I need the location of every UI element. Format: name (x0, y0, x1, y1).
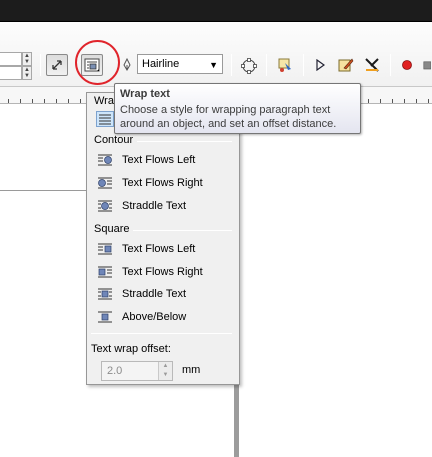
menu-item-square-text-flows-left[interactable]: Text Flows Left (97, 239, 233, 259)
stop-icon (423, 61, 431, 70)
lock-ratio-button[interactable] (46, 54, 68, 76)
run-macro-button[interactable] (310, 55, 330, 75)
object-height-field[interactable] (0, 66, 22, 80)
menu-item-label: Above/Below (122, 311, 187, 323)
menu-item-label: Text Flows Right (122, 177, 203, 189)
text-wrap-offset-input[interactable]: 2.0 ▲ ▼ (101, 361, 173, 381)
text-wrap-offset-value: 2.0 (107, 365, 123, 377)
straddle-text-icon (98, 200, 112, 212)
record-macro-button[interactable] (397, 55, 417, 75)
macro-debug-button[interactable] (361, 54, 383, 76)
play-icon (316, 59, 325, 71)
menu-item-label: Straddle Text (122, 200, 187, 212)
above-below-icon (98, 311, 112, 323)
menu-item-label: Straddle Text (122, 288, 187, 300)
window-title-bar (0, 0, 432, 22)
text-flows-right-icon (98, 266, 112, 278)
macro-editor-icon (338, 58, 354, 72)
menu-item-label: Text Flows Left (122, 243, 196, 255)
object-width-spinner[interactable]: ▲ ▼ (22, 52, 32, 66)
menu-item-contour-text-flows-left[interactable]: Text Flows Left (97, 150, 233, 170)
tooltip-body: Choose a style for wrapping paragraph te… (120, 104, 337, 130)
section-divider (137, 141, 232, 142)
debug-step-icon (365, 58, 379, 72)
text-flows-left-icon (98, 154, 112, 166)
outline-pen-icon (123, 58, 131, 71)
page-shadow (234, 385, 239, 457)
offset-spinner[interactable]: ▲ ▼ (158, 362, 172, 380)
outline-width-combo[interactable]: Hairline ▼ (137, 54, 223, 74)
contour-header: Contour (94, 134, 134, 146)
toolbar-separator (303, 54, 304, 76)
toolbar-separator (231, 54, 232, 76)
text-wrap-offset-label: Text wrap offset: (91, 343, 171, 355)
menu-item-square-straddle-text[interactable]: Straddle Text (97, 284, 233, 304)
outline-pen-icon-holder (119, 56, 135, 74)
wrap-text-dropdown: Wrap Contour Text Flows Left Text Flows … (86, 92, 240, 385)
menu-item-square-text-flows-right[interactable]: Text Flows Right (97, 262, 233, 282)
toolbar-separator (390, 54, 391, 76)
scale-arrows-icon (52, 60, 62, 70)
menu-item-label: Text Flows Left (122, 154, 196, 166)
highlight-circle-annotation (75, 40, 120, 85)
section-divider (133, 230, 232, 231)
chevron-down-icon: ▼ (209, 60, 218, 70)
stop-recording-button[interactable] (422, 55, 432, 75)
tooltip-title: Wrap text (120, 88, 170, 100)
object-height-spinner[interactable]: ▲ ▼ (22, 66, 32, 80)
record-icon (402, 60, 412, 70)
outline-width-value: Hairline (142, 58, 180, 70)
text-flows-right-icon (98, 177, 112, 189)
wrap-text-tooltip: Wrap text Choose a style for wrapping pa… (114, 83, 361, 134)
macro-manager-button[interactable] (274, 54, 296, 76)
text-wrap-offset-unit: mm (182, 364, 201, 376)
scroll-code-icon (278, 58, 291, 72)
straddle-text-icon (98, 288, 112, 300)
toolbar-separator (266, 54, 267, 76)
object-width-field[interactable] (0, 52, 22, 66)
section-divider (91, 333, 232, 334)
menu-item-contour-straddle-text[interactable]: Straddle Text (97, 196, 233, 216)
page-border (0, 190, 90, 191)
menu-item-label: Text Flows Right (122, 266, 203, 278)
square-header: Square (94, 223, 130, 235)
menu-item-square-above-below[interactable]: Above/Below (97, 307, 233, 327)
macro-editor-button[interactable] (335, 54, 357, 76)
property-bar: ▲ ▼ ▲ ▼ Hairline ▼ (0, 22, 432, 87)
node-target-icon (241, 58, 257, 74)
no-wrap-icon (96, 111, 114, 127)
node-edit-button[interactable] (238, 55, 260, 77)
text-flows-left-icon (98, 243, 112, 255)
menu-item-contour-text-flows-right[interactable]: Text Flows Right (97, 173, 233, 193)
toolbar-separator (40, 54, 41, 76)
